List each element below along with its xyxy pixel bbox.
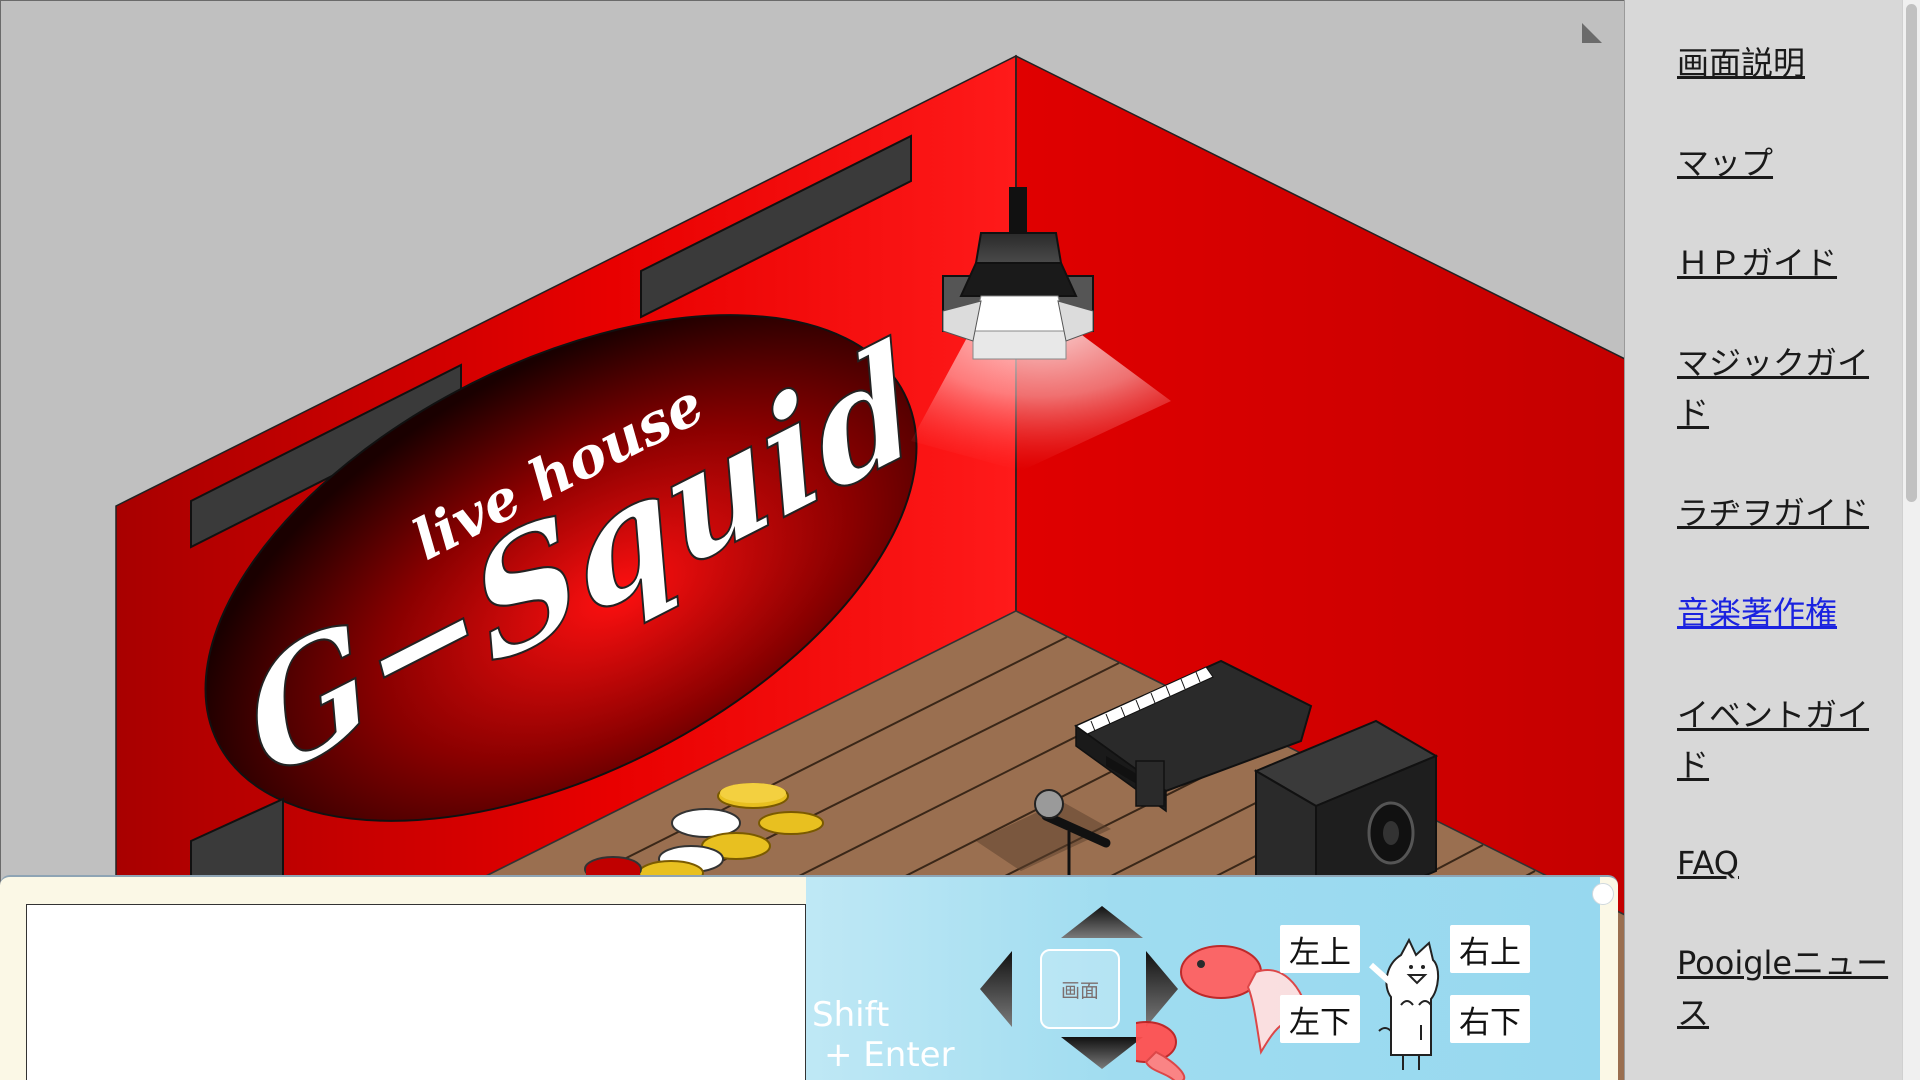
dir-lower-right-button[interactable]: 右下 [1450, 995, 1530, 1043]
dir-lower-left-button[interactable]: 左下 [1280, 995, 1360, 1043]
chat-input[interactable] [26, 904, 806, 1080]
sidebar-link-pooigle-news[interactable]: Pooigleニュース [1677, 938, 1897, 1038]
sidebar-scrollbar[interactable] [1902, 0, 1920, 1080]
fold-corner-icon[interactable] [1578, 21, 1604, 47]
scrollbar-thumb[interactable] [1906, 4, 1917, 502]
send-hint-line2: + Enter [824, 1035, 955, 1075]
move-left-arrow-icon[interactable] [978, 949, 1014, 1029]
move-down-arrow-icon[interactable] [1059, 1035, 1145, 1071]
sidebar-link-radio-guide[interactable]: ラヂヲガイド [1677, 488, 1892, 538]
movement-controls: Shift + Enter 画面 左上 右上 左下 右下 [806, 877, 1600, 1080]
sidebar-link-map[interactable]: マップ [1677, 138, 1892, 188]
sidebar-link-event-guide[interactable]: イベントガイド [1677, 690, 1892, 790]
chat-control-panel: Shift + Enter 画面 左上 右上 左下 右下 [0, 875, 1618, 1080]
sidebar-link-music-copyright[interactable]: 音楽著作権 [1677, 588, 1892, 638]
screen-button[interactable]: 画面 [1040, 949, 1120, 1029]
sidebar-link-faq[interactable]: FAQ [1677, 838, 1892, 888]
dir-upper-left-button[interactable]: 左上 [1280, 925, 1360, 973]
cat-character-icon [1368, 937, 1439, 1070]
sidebar-link-screen-guide[interactable]: 画面説明 [1677, 38, 1892, 88]
sidebar-link-magic-guide[interactable]: マジックガイド [1677, 338, 1892, 438]
help-sidebar: 画面説明 マップ ＨＰガイド マジックガイド ラヂヲガイド 音楽著作権 イベント… [1624, 0, 1902, 1080]
send-hint-line1: Shift [812, 995, 890, 1035]
panel-resize-knob[interactable] [1592, 883, 1614, 905]
sidebar-link-hp-guide[interactable]: ＨＰガイド [1677, 238, 1892, 288]
send-shortcut-hint: Shift + Enter [812, 995, 955, 1075]
move-up-arrow-icon[interactable] [1059, 904, 1145, 940]
dir-upper-right-button[interactable]: 右上 [1450, 925, 1530, 973]
